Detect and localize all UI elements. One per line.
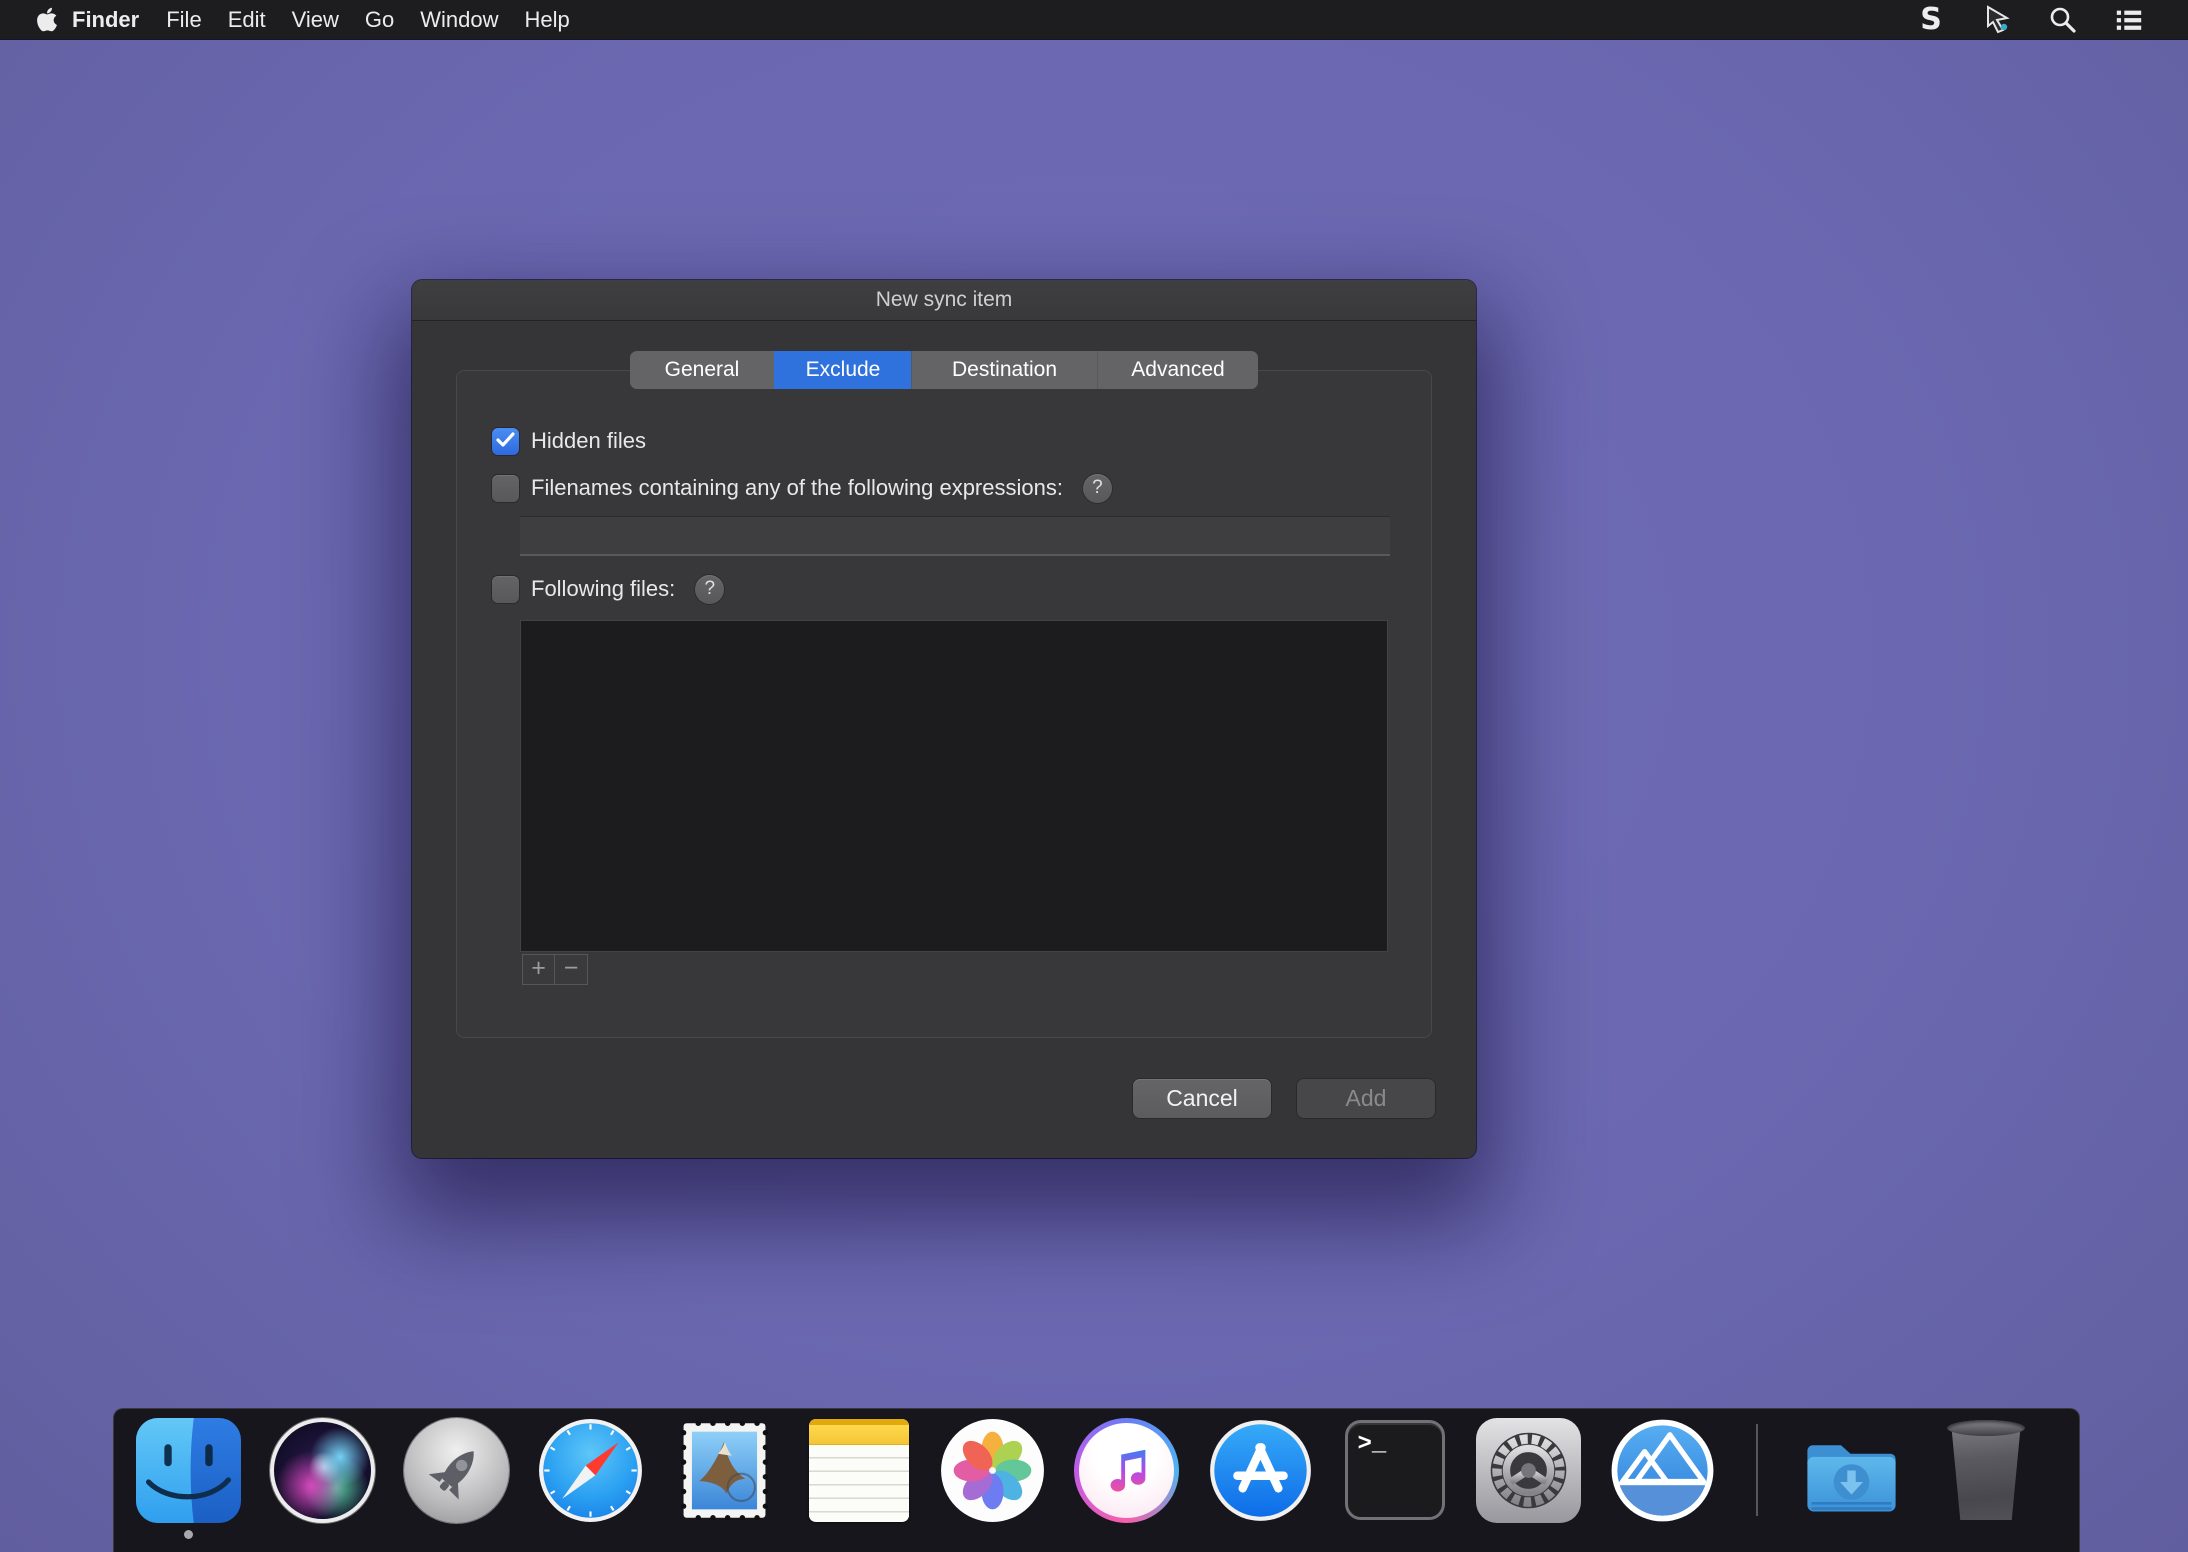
menu-item-finder[interactable]: Finder [58,0,153,40]
spotlight-icon[interactable] [2048,5,2078,35]
following-files-row: Following files: ? [492,574,724,604]
dock-safari-icon[interactable] [538,1418,643,1523]
dock-app-cleaner-icon[interactable] [1610,1418,1715,1523]
cancel-button[interactable]: Cancel [1133,1079,1271,1118]
dock-photos-icon[interactable] [940,1418,1045,1523]
dock-system-preferences-icon[interactable] [1476,1418,1581,1523]
menu-item-file[interactable]: File [153,0,214,40]
apple-menu-icon[interactable] [36,6,58,33]
dock-siri-icon[interactable] [270,1418,375,1523]
list-icon[interactable] [2114,5,2144,35]
tab-general[interactable]: General [630,351,774,389]
dock-terminal-icon[interactable]: >_ [1342,1418,1447,1523]
new-sync-item-dialog: New sync item General Exclude Destinatio… [412,280,1476,1158]
filenames-help-button[interactable]: ? [1083,474,1112,503]
dock-trash-icon[interactable] [1933,1418,2038,1523]
dock-notes-icon[interactable] [806,1418,911,1523]
hidden-files-checkbox[interactable] [492,428,519,455]
excluded-files-list[interactable] [520,620,1388,952]
remote-cursor-icon[interactable] [1982,5,2012,35]
menu-bar: Finder File Edit View Go Window Help S [0,0,2188,40]
dock-app-store-icon[interactable] [1208,1418,1313,1523]
tab-destination[interactable]: Destination [911,351,1097,389]
menu-item-view[interactable]: View [279,0,352,40]
dock: >_ [113,1408,2080,1552]
hidden-files-row: Hidden files [492,426,646,456]
add-button[interactable]: Add [1297,1079,1435,1118]
list-edit-buttons: + − [522,954,588,985]
tab-advanced[interactable]: Advanced [1097,351,1258,389]
remove-file-button[interactable]: − [555,954,588,985]
hidden-files-label: Hidden files [531,428,646,454]
following-files-checkbox[interactable] [492,576,519,603]
menu-item-help[interactable]: Help [512,0,583,40]
dock-finder-icon[interactable] [136,1418,241,1523]
dialog-titlebar[interactable]: New sync item [412,280,1476,321]
dock-music-icon[interactable] [1074,1418,1179,1523]
tab-bar: General Exclude Destination Advanced [630,351,1258,389]
filenames-label: Filenames containing any of the followin… [531,475,1063,501]
filenames-row: Filenames containing any of the followin… [492,473,1112,503]
sync-app-icon[interactable]: S [1916,5,1946,35]
tab-exclude[interactable]: Exclude [774,351,911,389]
finder-running-indicator [184,1530,193,1539]
desktop: Finder File Edit View Go Window Help S [0,0,2188,1552]
menu-status-area: S [1916,5,2144,35]
menu-item-go[interactable]: Go [352,0,407,40]
following-files-help-button[interactable]: ? [695,575,724,604]
dock-downloads-folder-icon[interactable] [1799,1418,1904,1523]
dock-divider [1756,1424,1758,1516]
add-file-button[interactable]: + [522,954,555,985]
following-files-label: Following files: [531,576,675,602]
expressions-input[interactable] [520,516,1390,556]
filenames-checkbox[interactable] [492,475,519,502]
menu-item-edit[interactable]: Edit [215,0,279,40]
menu-item-window[interactable]: Window [407,0,511,40]
dock-launchpad-icon[interactable] [404,1418,509,1523]
dock-mail-icon[interactable] [672,1418,777,1523]
dialog-title: New sync item [876,288,1013,312]
